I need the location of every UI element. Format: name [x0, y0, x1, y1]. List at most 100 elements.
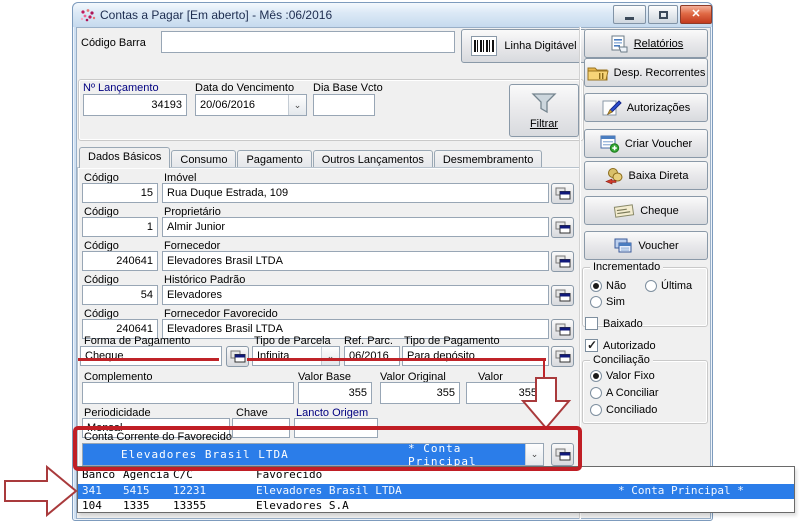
imovel-name-input[interactable]: [162, 183, 549, 203]
filtrar-button[interactable]: Filtrar: [509, 84, 579, 137]
fornecedor-name-input[interactable]: [162, 251, 549, 271]
filtrar-label: Filtrar: [530, 118, 558, 130]
tipo-pagamento-lookup-button[interactable]: [551, 346, 574, 367]
radio-valor-fixo-label: Valor Fixo: [606, 370, 655, 382]
dropdown-row-selected[interactable]: 341 5415 12231 Elevadores Brasil LTDA * …: [78, 484, 794, 499]
baixado-checkbox[interactable]: Baixado: [585, 317, 643, 330]
radio-sim-label: Sim: [606, 296, 625, 308]
annotation-right-arrow: [3, 464, 79, 518]
maximize-icon: [659, 11, 668, 19]
radio-icon: [590, 296, 602, 308]
radio-valor-fixo[interactable]: Valor Fixo: [590, 370, 655, 382]
proprietario-name-input[interactable]: [162, 217, 549, 237]
radio-ultima[interactable]: Última: [645, 280, 692, 292]
radio-conciliado[interactable]: Conciliado: [590, 404, 657, 416]
barcode-icon: [471, 36, 497, 56]
cell-agencia: 5415: [123, 484, 150, 497]
cell-favorecido: Elevadores Brasil LTDA: [256, 484, 402, 497]
tab-pagamento[interactable]: Pagamento: [237, 150, 311, 168]
complemento-input[interactable]: [82, 382, 294, 404]
tab-strip: Dados Básicos Consumo Pagamento Outros L…: [79, 147, 543, 168]
fornecedor-favorecido-lookup-button[interactable]: [551, 319, 574, 340]
lookup-window-icon: [555, 350, 571, 363]
autorizacoes-label: Autorizações: [627, 102, 691, 114]
imovel-lookup-button[interactable]: [551, 183, 574, 204]
lookup-window-icon: [230, 350, 246, 363]
dropdown-row[interactable]: 104 1335 13355 Elevadores S.A: [78, 499, 794, 513]
radio-icon: [590, 404, 602, 416]
forma-pagamento-lookup-button[interactable]: [226, 346, 249, 367]
app-scatter-dots-icon: [80, 8, 96, 22]
tab-desmembramento[interactable]: Desmembramento: [434, 150, 542, 168]
dia-base-vcto-label: Dia Base Vcto: [313, 82, 383, 94]
annotation-down-arrow: [520, 377, 572, 430]
lookup-window-icon: [555, 221, 571, 234]
criar-voucher-button[interactable]: Criar Voucher: [584, 129, 708, 158]
data-vencimento-combobox[interactable]: 20/06/2016 ⌄: [195, 94, 307, 116]
coins-arrow-icon: [604, 167, 624, 185]
desp-recorrentes-button[interactable]: Desp. Recorrentes: [584, 58, 708, 87]
autorizado-checkbox[interactable]: Autorizado: [585, 339, 656, 352]
chevron-down-icon[interactable]: ⌄: [321, 347, 339, 365]
no-lancamento-label: Nº Lançamento: [83, 82, 159, 94]
annotation-underline-tipo-pagamento: [247, 358, 546, 361]
lookup-window-icon: [555, 323, 571, 336]
minimize-button[interactable]: [613, 5, 646, 24]
tab-consumo[interactable]: Consumo: [171, 150, 236, 168]
codigo-barra-input[interactable]: [161, 31, 455, 53]
radio-conciliado-label: Conciliado: [606, 404, 657, 416]
annotation-underline-forma-pagamento: [78, 358, 219, 361]
title-bar[interactable]: Contas a Pagar [Em aberto] - Mês :06/201…: [73, 3, 712, 27]
conta-corrente-dropdown-list: Banco Agencia C/C Favorecido 341 5415 12…: [77, 466, 795, 513]
radio-a-conciliar[interactable]: A Conciliar: [590, 387, 659, 399]
conciliacao-groupbox: Conciliação Valor Fixo A Conciliar Conci…: [582, 360, 708, 424]
valor-base-input[interactable]: [298, 382, 372, 404]
valor-original-input[interactable]: [380, 382, 460, 404]
tab-outros-lancamentos[interactable]: Outros Lançamentos: [313, 150, 433, 168]
autorizacoes-button[interactable]: Autorizações: [584, 93, 708, 122]
radio-nao[interactable]: Não: [590, 280, 626, 292]
voucher-button[interactable]: Voucher: [584, 231, 708, 260]
historico-lookup-button[interactable]: [551, 285, 574, 306]
proprietario-lookup-button[interactable]: [551, 217, 574, 238]
fornecedor-code-input[interactable]: [82, 251, 158, 271]
ref-parc-input[interactable]: [344, 346, 400, 366]
data-vencimento-value: 20/06/2016: [196, 95, 288, 115]
relatorios-button[interactable]: Relatórios: [584, 29, 708, 58]
radio-icon: [590, 387, 602, 399]
historico-name-input[interactable]: [162, 285, 549, 305]
autorizado-label: Autorizado: [603, 340, 656, 352]
radio-icon: [590, 370, 602, 382]
relatorios-label: Relatórios: [634, 38, 684, 50]
tipo-pagamento-input[interactable]: [402, 346, 549, 366]
close-icon: ✕: [691, 9, 700, 20]
data-vencimento-label: Data do Vencimento: [195, 82, 294, 94]
baixa-direta-button[interactable]: Baixa Direta: [584, 161, 708, 190]
voucher-label: Voucher: [638, 240, 678, 252]
no-lancamento-input[interactable]: [83, 94, 187, 116]
dia-base-vcto-input[interactable]: [313, 94, 375, 116]
fornecedor-lookup-button[interactable]: [551, 251, 574, 272]
baixado-label: Baixado: [603, 318, 643, 330]
maximize-button[interactable]: [648, 5, 678, 24]
radio-sim[interactable]: Sim: [590, 296, 625, 308]
cell-banco: 341: [82, 484, 102, 497]
tipo-parcela-combobox[interactable]: Infinita ⌄: [252, 346, 340, 366]
chevron-down-icon[interactable]: ⌄: [288, 95, 306, 115]
tab-dados-basicos[interactable]: Dados Básicos: [79, 147, 170, 168]
lookup-window-icon: [555, 255, 571, 268]
close-button[interactable]: ✕: [680, 5, 712, 24]
linha-digitavel-button[interactable]: Linha Digitável: [461, 29, 587, 63]
forma-pagamento-input[interactable]: [80, 346, 222, 366]
lookup-window-icon: [555, 187, 571, 200]
imovel-code-input[interactable]: [82, 183, 158, 203]
proprietario-code-input[interactable]: [82, 217, 158, 237]
historico-code-input[interactable]: [82, 285, 158, 305]
checkbox-checked-icon: [585, 339, 598, 352]
cheque-button[interactable]: Cheque: [584, 196, 708, 225]
radio-icon: [590, 280, 602, 292]
cell-banco: 104: [82, 499, 102, 512]
cell-cc: 12231: [173, 484, 206, 497]
lookup-window-icon: [555, 289, 571, 302]
pen-icon: [602, 99, 622, 117]
